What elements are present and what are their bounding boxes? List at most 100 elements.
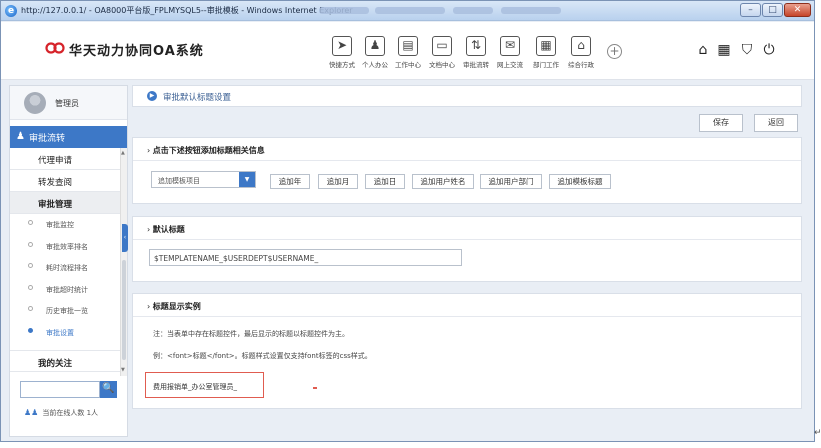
scrollbar-thumb[interactable]: [122, 260, 126, 360]
sidebar-subitem[interactable]: 审批超时统计: [10, 279, 120, 300]
grid-icon[interactable]: ▦: [715, 41, 733, 59]
add-year-button[interactable]: 追加年: [270, 174, 310, 189]
template-item-select[interactable]: 追加模板项目 ▼: [151, 171, 256, 188]
online-count: 1人: [86, 409, 99, 417]
users-icon: ♟♟: [24, 408, 39, 417]
browser-window: e http://127.0.0.1/ - OA8000平台版_FPLMYSQL…: [0, 0, 815, 442]
sidebar-collapse-handle[interactable]: ‹: [122, 224, 128, 252]
play-icon: ▶: [147, 91, 157, 101]
online-users[interactable]: ♟♟ 当前在线人数 1人: [24, 408, 98, 418]
add-nav-icon[interactable]: +: [607, 44, 622, 59]
person-icon: ♟: [365, 36, 385, 56]
document-icon: ▭: [432, 36, 452, 56]
nav-item-6[interactable]: ▦ 部门工作: [529, 28, 563, 72]
bullet-icon: [28, 241, 33, 247]
nav-item-label: 快捷方式: [329, 61, 355, 69]
app-header: 华天动力协同OA系统 ➤ 快捷方式 ♟ 个人办公 ▤ 工作中心 ▭ 文档中心 ⇅ 审批流转 ✉ 网上交…: [1, 22, 814, 80]
panel-header: › 点击下述按钮添加标题相关信息: [133, 138, 801, 161]
sidebar-subitem[interactable]: 审批监控: [10, 214, 120, 235]
minimize-button[interactable]: –: [740, 3, 761, 17]
sidebar-subitem-label: 审批效率排名: [46, 242, 88, 251]
home-icon[interactable]: ⌂: [694, 41, 712, 59]
add-userdept-button[interactable]: 追加用户部门: [480, 174, 542, 189]
sidebar-subitem[interactable]: 历史审批一览: [10, 300, 120, 321]
sidebar-item-forward[interactable]: 转发查阅: [10, 170, 120, 192]
sidebar-section-label: 审批流转: [29, 134, 66, 144]
sidebar-scrollbar[interactable]: ▲ ▼: [120, 148, 127, 376]
nav-item-label: 个人办公: [362, 61, 388, 69]
sidebar: 管理员 ♟ 审批流转 代理申请 转发查阅 审批管理 审批监控审批效率排名耗时流程…: [9, 85, 128, 437]
sidebar-subitem-label: 审批监控: [46, 221, 74, 229]
panel-title: › 点击下述按钮添加标题相关信息: [147, 146, 265, 155]
online-text: 当前在线人数: [42, 409, 85, 417]
example-title: 费用报销单_办公室管理员_: [153, 383, 237, 391]
sidebar-subitem-label: 历史审批一览: [46, 307, 88, 315]
title-example-panel: › 标题显示实例 注：当表单中存在标题控件，最后显示的标题以标题控件为主。 例：…: [132, 293, 802, 409]
panel-header: › 标题显示实例: [133, 294, 801, 317]
sidebar-subitem[interactable]: 审批设置: [10, 322, 120, 343]
nav-item-7[interactable]: ⌂ 综合行政: [564, 28, 598, 72]
sidebar-section-approval[interactable]: ♟ 审批流转: [10, 126, 127, 148]
sidebar-subitem-label: 审批超时统计: [46, 285, 88, 294]
sidebar-subitem[interactable]: 耗时流程排名: [10, 257, 120, 278]
back-button[interactable]: 返回: [754, 114, 798, 132]
default-title-panel: › 默认标题 $TEMPLATENAME_$USERDEPT$USERNAME_: [132, 216, 802, 282]
panel-title: › 默认标题: [147, 225, 185, 234]
add-day-button[interactable]: 追加日: [365, 174, 405, 189]
close-button[interactable]: ✕: [784, 3, 811, 17]
add-template-title-button[interactable]: 追加模板标题: [549, 174, 611, 189]
send-icon: ➤: [332, 36, 352, 56]
main-content: ▶ 审批默认标题设置 保存 返回 › 点击下述按钮添加标题相关信息 追加模板项目…: [132, 85, 803, 437]
bullet-icon: [28, 306, 33, 311]
nav-item-label: 网上交流: [497, 61, 523, 69]
bullet-icon: [28, 220, 33, 225]
nav-item-5[interactable]: ✉ 网上交流: [493, 28, 527, 72]
nav-item-2[interactable]: ▤ 工作中心: [391, 28, 425, 72]
search-icon[interactable]: 🔍: [100, 381, 117, 398]
scroll-up-icon[interactable]: ▲: [121, 150, 125, 156]
sidebar-item-proxy[interactable]: 代理申请: [10, 148, 120, 170]
flow-icon: ⇅: [466, 36, 486, 56]
example-note-text: 例：<font>标题</font>。标题样式设置仅支持font标签的css样式。: [153, 352, 372, 360]
sidebar-item-my-follow[interactable]: 我的关注: [10, 350, 120, 372]
panel-header: › 默认标题: [133, 217, 801, 240]
nav-item-1[interactable]: ♟ 个人办公: [358, 28, 392, 72]
nav-item-label: 审批流转: [463, 61, 489, 69]
user-box[interactable]: 管理员: [10, 86, 127, 120]
sidebar-item-approval-manage[interactable]: 审批管理: [10, 192, 120, 214]
default-title-input[interactable]: $TEMPLATENAME_$USERDEPT$USERNAME_: [149, 249, 462, 266]
sidebar-search-input[interactable]: [20, 381, 100, 398]
breadcrumb: ▶ 审批默认标题设置: [132, 85, 802, 107]
logo-icon: [45, 42, 65, 54]
ie-logo-icon: e: [5, 5, 17, 17]
note-text: 注：当表单中存在标题控件，最后显示的标题以标题控件为主。: [153, 330, 349, 338]
panel-title: › 标题显示实例: [147, 302, 201, 311]
nav-item-label: 部门工作: [533, 61, 559, 69]
sidebar-item-label: 代理申请: [38, 156, 73, 166]
sidebar-subitem-label: 审批设置: [46, 328, 74, 337]
nav-item-4[interactable]: ⇅ 审批流转: [459, 28, 493, 72]
nav-item-label: 文档中心: [429, 61, 455, 69]
sidebar-item-label: 我的关注: [38, 359, 73, 369]
nav-item-0[interactable]: ➤ 快捷方式: [325, 28, 359, 72]
blurred-tab: [319, 7, 369, 14]
select-value: 追加模板项目: [158, 177, 200, 185]
sidebar-item-label: 转发查阅: [38, 178, 73, 188]
chevron-down-icon[interactable]: ▼: [239, 172, 255, 187]
window-title: http://127.0.0.1/ - OA8000平台版_FPLMYSQL5-…: [21, 6, 353, 15]
scroll-down-icon[interactable]: ▼: [121, 367, 125, 373]
sidebar-subitem[interactable]: 审批效率排名: [10, 236, 120, 257]
title-example-box: 费用报销单_办公室管理员_: [145, 372, 264, 398]
shirt-icon[interactable]: ⛉: [738, 41, 756, 59]
add-month-button[interactable]: 追加月: [318, 174, 358, 189]
save-button[interactable]: 保存: [699, 114, 743, 132]
user-name: 管理员: [55, 99, 79, 108]
add-username-button[interactable]: 追加用户姓名: [412, 174, 474, 189]
avatar: [24, 92, 46, 114]
power-icon[interactable]: ⏻: [760, 41, 778, 59]
department-icon: ▦: [536, 36, 556, 56]
maximize-button[interactable]: □: [762, 3, 783, 17]
bullet-icon: [28, 327, 33, 333]
nav-item-3[interactable]: ▭ 文档中心: [425, 28, 459, 72]
blurred-tab: [501, 7, 561, 14]
